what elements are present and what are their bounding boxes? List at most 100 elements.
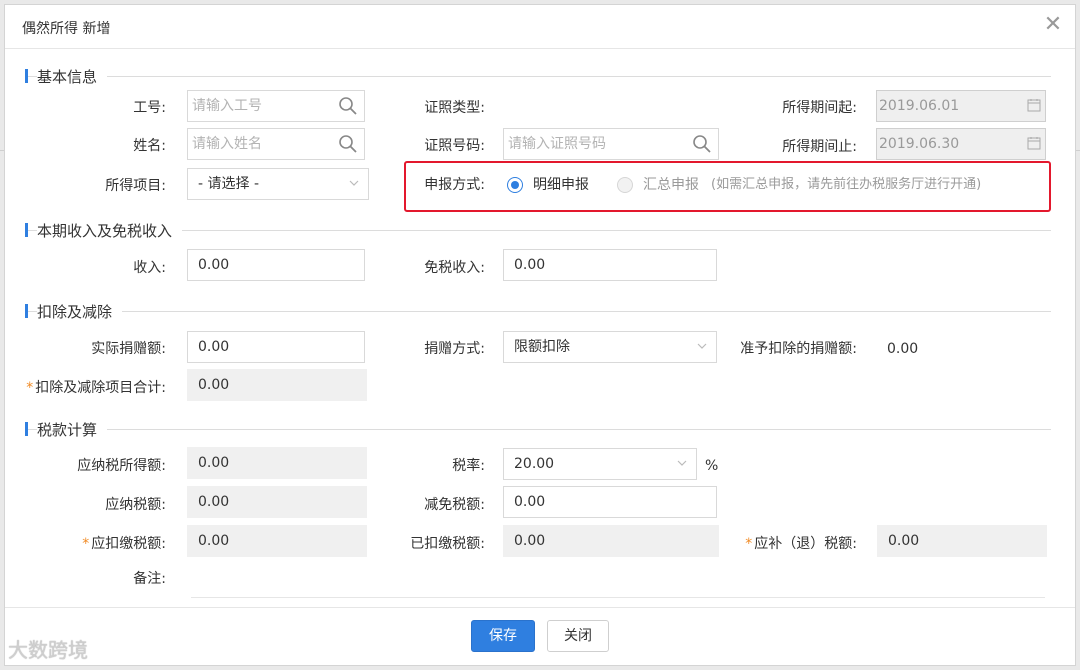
- allowed-donation-value: 0.00: [887, 341, 919, 357]
- save-button[interactable]: 保存: [471, 620, 535, 652]
- income-value: 0.00: [198, 257, 230, 273]
- donation-mode-select[interactable]: 限额扣除: [503, 331, 717, 363]
- section-divider: [25, 311, 1051, 312]
- tax-withhold-label: * 应扣缴税额:: [82, 534, 166, 554]
- allowed-donation-label: 准予扣除的捐赠额:: [740, 341, 857, 357]
- remark-label: 备注:: [133, 571, 166, 587]
- chevron-down-icon: [697, 343, 707, 349]
- income-item-value: - 请选择 -: [198, 176, 260, 192]
- close-icon[interactable]: ✕: [1041, 14, 1065, 38]
- period-start-value: 2019.06.01: [879, 98, 960, 114]
- taxable-income-label: 应纳税所得额:: [77, 458, 166, 474]
- tax-refund-field: 0.00: [877, 525, 1047, 557]
- section-title: 扣除及减除: [37, 301, 123, 322]
- employee-no-label: 工号:: [133, 100, 166, 116]
- tax-withheld-field: 0.00: [503, 525, 719, 557]
- footer-divider: [5, 607, 1075, 608]
- donation-label: 实际捐赠额:: [91, 341, 166, 357]
- section-title: 基本信息: [37, 66, 108, 87]
- taxable-income-field: 0.00: [187, 447, 367, 479]
- required-mark: *: [26, 380, 34, 396]
- report-summary-radio: [617, 177, 633, 193]
- search-icon[interactable]: [338, 134, 358, 154]
- calendar-icon: [1027, 137, 1041, 150]
- tax-rate-value: 20.00: [514, 456, 555, 472]
- section-tax: 税款计算: [25, 419, 1051, 440]
- report-mode-label: 申报方式:: [424, 177, 485, 193]
- donation-input[interactable]: 0.00: [187, 331, 365, 363]
- tax-rate-select[interactable]: 20.00: [503, 448, 697, 480]
- employee-no-placeholder: 请输入工号: [192, 98, 262, 114]
- dialog-title: 偶然所得 新增: [22, 21, 111, 37]
- period-end-label: 所得期间止:: [782, 139, 857, 155]
- tax-withhold-label-text: 应扣缴税额:: [91, 536, 166, 552]
- report-summary-label: 汇总申报: [643, 177, 699, 193]
- exempt-income-label: 免税收入:: [424, 260, 485, 276]
- section-marker: [25, 223, 28, 237]
- dialog-titlebar: 偶然所得 新增 ✕: [5, 5, 1075, 49]
- period-end-value: 2019.06.30: [879, 136, 960, 152]
- section-income: 本期收入及免税收入: [25, 220, 1051, 241]
- id-type-label: 证照类型:: [424, 100, 485, 116]
- exempt-income-input[interactable]: 0.00: [503, 249, 717, 281]
- exempt-income-value: 0.00: [514, 257, 546, 273]
- section-divider: [25, 429, 1051, 430]
- deduction-total-label: * 扣除及减除项目合计:: [26, 378, 166, 398]
- deduction-total-value: 0.00: [198, 377, 230, 393]
- search-icon[interactable]: [692, 134, 712, 154]
- income-item-select[interactable]: - 请选择 -: [187, 168, 369, 200]
- name-placeholder: 请输入姓名: [192, 136, 262, 152]
- required-mark: *: [745, 536, 753, 552]
- period-end-date: 2019.06.30: [876, 128, 1046, 160]
- section-deduction: 扣除及减除: [25, 301, 1051, 322]
- section-title: 税款计算: [37, 419, 108, 440]
- tax-relief-input[interactable]: 0.00: [503, 486, 717, 518]
- employee-no-input[interactable]: 请输入工号: [187, 90, 365, 122]
- donation-mode-value: 限额扣除: [514, 339, 570, 355]
- tax-rate-unit: %: [705, 458, 719, 474]
- watermark: 大数跨境: [8, 638, 88, 662]
- income-item-label: 所得项目:: [105, 178, 166, 194]
- name-label: 姓名:: [133, 138, 166, 154]
- tax-relief-value: 0.00: [514, 494, 546, 510]
- section-divider: [25, 76, 1051, 77]
- chevron-down-icon: [349, 180, 359, 186]
- required-mark: *: [82, 536, 90, 552]
- tax-payable-value: 0.00: [198, 494, 230, 510]
- donation-mode-label: 捐赠方式:: [424, 341, 485, 357]
- calendar-icon: [1027, 99, 1041, 112]
- tax-payable-label: 应纳税额:: [105, 497, 166, 513]
- dialog: 偶然所得 新增 ✕ 基本信息 工号: 请输入工号 姓名: 请输入姓名 所得项目:…: [4, 4, 1076, 666]
- section-basic: 基本信息: [25, 66, 1051, 87]
- id-no-input[interactable]: 请输入证照号码: [503, 128, 719, 160]
- tax-withheld-value: 0.00: [514, 533, 546, 549]
- tax-withheld-label: 已扣缴税额:: [410, 536, 485, 552]
- tax-payable-field: 0.00: [187, 486, 367, 518]
- id-no-label: 证照号码:: [424, 138, 485, 154]
- tax-withhold-field: 0.00: [187, 525, 367, 557]
- tax-refund-label: * 应补（退）税额:: [745, 534, 857, 554]
- income-label: 收入:: [133, 260, 166, 276]
- section-marker: [25, 69, 28, 83]
- period-start-date: 2019.06.01: [876, 90, 1046, 122]
- report-detail-label[interactable]: 明细申报: [533, 175, 589, 195]
- search-icon[interactable]: [338, 96, 358, 116]
- report-detail-radio[interactable]: [507, 177, 523, 193]
- remark-field[interactable]: [191, 597, 1045, 598]
- tax-relief-label: 减免税额:: [424, 497, 485, 513]
- report-summary-note: (如需汇总申报，请先前往办税服务厅进行开通): [711, 177, 982, 192]
- close-button[interactable]: 关闭: [547, 620, 609, 652]
- id-no-placeholder: 请输入证照号码: [508, 136, 606, 152]
- tax-withhold-value: 0.00: [198, 533, 230, 549]
- deduction-total-field: 0.00: [187, 369, 367, 401]
- section-title: 本期收入及免税收入: [37, 220, 183, 241]
- section-marker: [25, 304, 28, 318]
- deduction-total-label-text: 扣除及减除项目合计:: [35, 380, 166, 396]
- name-input[interactable]: 请输入姓名: [187, 128, 365, 160]
- taxable-income-value: 0.00: [198, 455, 230, 471]
- tax-refund-value: 0.00: [888, 533, 920, 549]
- chevron-down-icon: [677, 460, 687, 466]
- tax-refund-label-text: 应补（退）税额:: [754, 536, 857, 552]
- tax-rate-label: 税率:: [452, 458, 485, 474]
- income-input[interactable]: 0.00: [187, 249, 365, 281]
